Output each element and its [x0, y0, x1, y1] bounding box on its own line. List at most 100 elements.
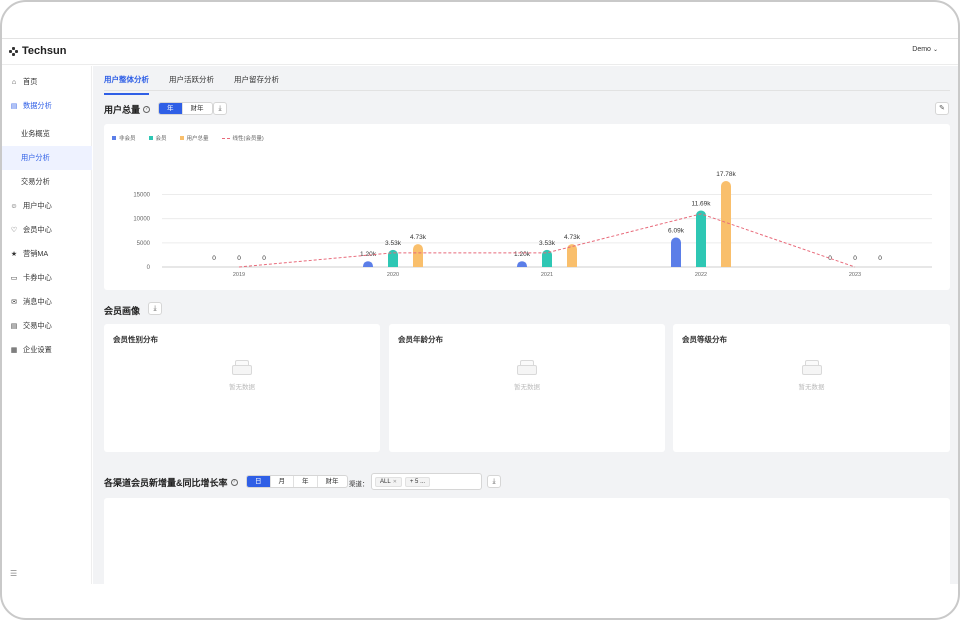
- sidebar-item-marketing[interactable]: ★ 营销MA: [2, 242, 92, 266]
- empty-state: 暂无数据: [104, 358, 380, 391]
- empty-text: 暂无数据: [514, 384, 540, 391]
- download-icon[interactable]: ⤓: [213, 102, 227, 115]
- x-tick-label: 2022: [695, 272, 707, 278]
- x-tick-label: 2019: [233, 272, 245, 278]
- download-icon[interactable]: ⤓: [487, 475, 501, 488]
- user-menu[interactable]: Demo ⌄: [912, 46, 938, 53]
- sidebar-item-home[interactable]: ⌂ 首页: [2, 70, 92, 94]
- section-title-text: 会员画像: [104, 306, 141, 316]
- x-tick-label: 2020: [387, 272, 399, 278]
- section-title-text: 用户总量: [104, 105, 141, 115]
- total-users-title: 用户总量 ?: [104, 103, 151, 116]
- sidebar-item-label: 用户分析: [21, 153, 50, 162]
- users-icon: ☺: [10, 202, 18, 210]
- data-label: 0: [212, 255, 216, 262]
- empty-box-icon: [230, 358, 254, 378]
- edit-icon[interactable]: ✎: [935, 102, 949, 115]
- empty-text: 暂无数据: [798, 384, 825, 391]
- main-content: 用户整体分析 用户活跃分析 用户留存分析 用户总量 ? 年 财年 ⤓ ✎ 非会员…: [93, 66, 958, 584]
- bar: [671, 237, 681, 267]
- channel-period-toggle: 日 月 年 财年: [246, 475, 348, 488]
- home-icon: ⌂: [11, 78, 17, 86]
- member-portrait-title: 会员画像: [104, 304, 140, 317]
- help-icon[interactable]: ?: [143, 106, 151, 113]
- channel-tag-more: + 5 ...: [404, 476, 431, 487]
- age-distribution-card: 会员年龄分布 暂无数据: [389, 324, 665, 452]
- bar: [517, 261, 527, 267]
- sidebar-item-business-overview[interactable]: 业务概览: [2, 122, 92, 146]
- brand-logo[interactable]: Techsun: [9, 45, 66, 57]
- sidebar-item-message-center[interactable]: ✉ 消息中心: [2, 290, 92, 314]
- x-tick-label: 2021: [541, 272, 553, 278]
- sidebar-item-member-center[interactable]: ♡ 会员中心: [2, 218, 92, 242]
- sidebar-item-label: 业务概览: [21, 129, 50, 138]
- logo-icon: [9, 46, 18, 56]
- coupon-icon: ▭: [10, 275, 18, 282]
- tab-overall-analysis[interactable]: 用户整体分析: [104, 74, 149, 95]
- y-tick-label: 5000: [137, 241, 151, 247]
- sidebar-item-coupon-center[interactable]: ▭ 卡券中心: [2, 266, 92, 290]
- data-label: 4.73k: [410, 234, 427, 241]
- sidebar-item-label: 首页: [23, 77, 38, 86]
- period-day-option[interactable]: 日: [247, 476, 271, 487]
- brand-name: Techsun: [22, 45, 67, 57]
- empty-text: 暂无数据: [229, 384, 255, 391]
- empty-state: 暂无数据: [673, 358, 950, 391]
- tab-retention-analysis[interactable]: 用户留存分析: [234, 74, 279, 95]
- level-distribution-card: 会员等级分布 暂无数据: [673, 324, 950, 452]
- sidebar-item-label: 用户中心: [23, 201, 52, 210]
- empty-box-icon: [515, 358, 539, 378]
- data-label: 1.20k: [514, 251, 531, 258]
- close-icon[interactable]: ✕: [393, 479, 397, 485]
- card-title: 会员年龄分布: [398, 335, 443, 344]
- y-tick-label: 0: [147, 265, 151, 271]
- period-fiscal-year-option[interactable]: 财年: [183, 103, 212, 114]
- card-icon: ▤: [10, 323, 18, 330]
- data-label: 0: [853, 255, 857, 262]
- download-icon[interactable]: ⤓: [148, 302, 162, 315]
- empty-state: 暂无数据: [389, 358, 665, 391]
- sidebar-item-user-center[interactable]: ☺ 用户中心: [2, 194, 92, 218]
- period-year-option[interactable]: 年: [294, 476, 318, 487]
- period-fiscal-year-option[interactable]: 财年: [318, 476, 347, 487]
- sidebar-item-transaction-center[interactable]: ▤ 交易中心: [2, 314, 92, 338]
- sidebar-item-enterprise-settings[interactable]: ▦ 企业设置: [2, 338, 92, 362]
- app-window: Techsun Demo ⌄ ⌂ 首页 ▤ 数据分析 业务概览 用户分析 交易分…: [0, 0, 960, 620]
- sidebar-item-user-analysis[interactable]: 用户分析: [2, 146, 92, 170]
- help-icon[interactable]: ?: [230, 479, 238, 486]
- period-year-option[interactable]: 年: [159, 103, 183, 114]
- period-month-option[interactable]: 月: [271, 476, 294, 487]
- sidebar-item-label: 交易分析: [21, 177, 50, 186]
- x-tick-label: 2023: [849, 272, 861, 278]
- total-users-chart: 0 5000 10000 15000 2019 0 0 0 2020 1.20k 3.53k 4.73…: [133, 171, 932, 278]
- sidebar-item-label: 交易中心: [23, 321, 52, 330]
- user-name: Demo: [912, 46, 931, 53]
- chevron-down-icon: ⌄: [932, 47, 938, 53]
- data-label: 0: [878, 255, 882, 262]
- card-title: 会员等级分布: [682, 335, 727, 344]
- sidebar-item-label: 营销MA: [23, 249, 49, 258]
- tag-label: ALL: [380, 478, 391, 485]
- bar: [388, 249, 398, 267]
- data-label: 17.78k: [716, 171, 736, 178]
- cart-icon: ★: [10, 251, 18, 258]
- data-label: 0: [237, 255, 241, 262]
- sidebar-item-transaction-analysis[interactable]: 交易分析: [2, 170, 92, 194]
- member-icon: ♡: [10, 227, 18, 234]
- chart-icon: ▤: [10, 103, 18, 110]
- collapse-menu-icon[interactable]: ☰: [10, 569, 17, 578]
- channel-tag-all: ALL ✕: [375, 476, 402, 487]
- bar: [363, 261, 373, 267]
- data-label: 11.69k: [691, 200, 711, 207]
- y-tick-label: 10000: [133, 217, 150, 223]
- sidebar-item-data-analysis[interactable]: ▤ 数据分析: [2, 94, 92, 118]
- sidebar-item-label: 消息中心: [23, 297, 52, 306]
- sidebar-item-label: 卡券中心: [23, 273, 52, 282]
- sidebar-item-label: 会员中心: [23, 225, 52, 234]
- tab-activity-analysis[interactable]: 用户活跃分析: [169, 74, 214, 95]
- card-title: 会员性别分布: [113, 335, 158, 344]
- sidebar: ⌂ 首页 ▤ 数据分析 业务概览 用户分析 交易分析 ☺ 用户中心 ♡ 会员中心…: [2, 66, 92, 584]
- data-label: 3.53k: [385, 240, 402, 247]
- channel-select[interactable]: ALL ✕ + 5 ...: [371, 473, 482, 490]
- bar: [696, 210, 706, 267]
